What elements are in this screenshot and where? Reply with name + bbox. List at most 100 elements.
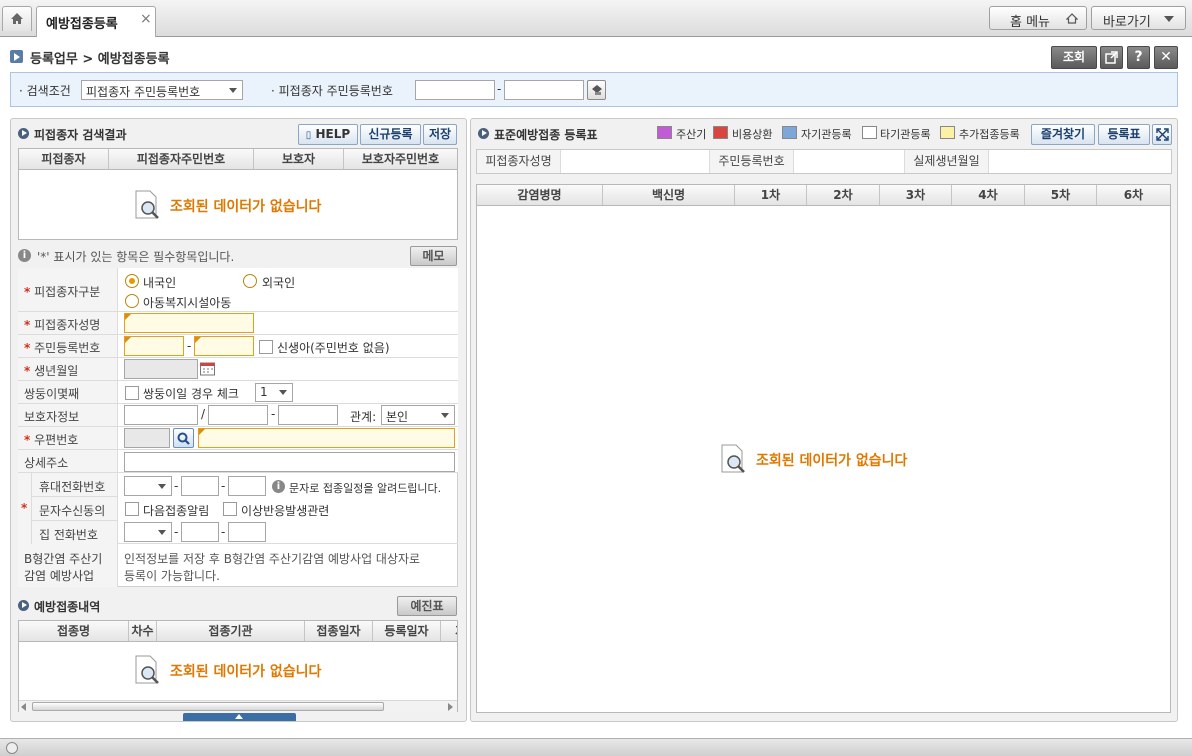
save-button[interactable]: 저장: [423, 124, 457, 145]
twin-checkbox[interactable]: [125, 386, 139, 400]
home-menu-button[interactable]: 홈 메뉴: [989, 6, 1087, 30]
form-row-birth: * 생년월일: [18, 358, 458, 381]
help-button[interactable]: ?: [1127, 46, 1150, 69]
column-header[interactable]: 접종일자: [305, 621, 373, 641]
column-header[interactable]: 피접종자: [19, 149, 109, 169]
search-condition-select[interactable]: 피접종자 주민등록번호: [81, 80, 243, 100]
home-tab[interactable]: [2, 6, 32, 31]
column-header[interactable]: 차수: [129, 621, 157, 641]
keyboard-icon: [592, 85, 602, 95]
column-header[interactable]: 기: [441, 621, 457, 641]
sms-consent-label: 문자수신동의: [32, 497, 118, 521]
column-header[interactable]: 감염병명: [477, 185, 603, 205]
results-empty-text: 조회된 데이터가 없습니다: [170, 199, 322, 215]
help-label: HELP: [315, 127, 351, 141]
name-input[interactable]: [124, 313, 254, 333]
required-notice: '*' 표시가 있는 항목은 필수항목입니다.: [37, 250, 235, 264]
mobile-last-input[interactable]: [228, 476, 266, 496]
column-header[interactable]: 보호자: [254, 149, 344, 169]
tab-vaccination-registration[interactable]: 예방접종등록 ×: [36, 6, 156, 37]
chevron-down-icon: [1164, 16, 1174, 22]
scrollbar-thumb[interactable]: [32, 702, 384, 711]
column-header[interactable]: 접종기관: [157, 621, 305, 641]
column-header[interactable]: 보호자주민번호: [344, 149, 457, 169]
detail-address-input[interactable]: [124, 452, 455, 472]
column-header[interactable]: 2차: [807, 185, 880, 205]
radio-foreigner[interactable]: [243, 274, 257, 288]
dash: -: [174, 479, 179, 493]
radio-child-welfare[interactable]: [125, 294, 139, 308]
zip-input[interactable]: [124, 428, 170, 448]
new-register-button[interactable]: 신규등록: [360, 124, 421, 145]
scroll-right-icon[interactable]: [448, 703, 453, 711]
calendar-icon[interactable]: [199, 360, 216, 377]
guardian-name-input[interactable]: [124, 405, 198, 425]
radio-domestic[interactable]: [125, 274, 139, 288]
name-label: * 피접종자성명: [18, 312, 118, 334]
home-phone-middle-input[interactable]: [181, 522, 219, 542]
shortcut-dropdown[interactable]: 바로가기: [1091, 6, 1186, 30]
status-bar: [0, 738, 1192, 756]
results-title: 피접종자 검색결과: [34, 128, 127, 142]
no-data-search-icon: [135, 190, 159, 219]
column-header[interactable]: 1차: [735, 185, 807, 205]
section-bullet-icon: [478, 128, 489, 139]
slash: /: [201, 407, 206, 421]
search-condition-label: · 검색조건: [19, 84, 71, 98]
column-header[interactable]: 3차: [880, 185, 952, 205]
register-table-button[interactable]: 등록표: [1098, 124, 1150, 145]
collapse-handle[interactable]: [183, 713, 296, 721]
newborn-checkbox[interactable]: [259, 340, 273, 354]
guardian-rrn-back-input[interactable]: [278, 405, 338, 425]
search-button[interactable]: 조회: [1051, 46, 1097, 69]
hepb-text-line2: 등록이 가능합니다.: [124, 569, 220, 583]
popup-icon[interactable]: [1100, 46, 1123, 69]
memo-button[interactable]: 메모: [410, 246, 457, 266]
no-data-search-icon: [135, 655, 159, 684]
address-input[interactable]: [198, 428, 455, 448]
keypad-button[interactable]: [587, 80, 606, 100]
zip-search-button[interactable]: [173, 428, 194, 448]
rrn-back-input[interactable]: [194, 336, 254, 356]
column-header[interactable]: 4차: [952, 185, 1025, 205]
section-bullet-icon: [18, 600, 29, 611]
legend-label: 자기관등록: [801, 128, 852, 141]
home-phone-prefix-select[interactable]: [124, 522, 172, 542]
column-header[interactable]: 백신명: [603, 185, 735, 205]
radio-domestic-label: 내국인: [143, 276, 177, 290]
rrn-front-input[interactable]: [124, 336, 184, 356]
history-grid-header: 접종명 차수 접종기관 접종일자 등록일자 기: [18, 620, 458, 642]
column-header[interactable]: 접종명: [19, 621, 129, 641]
mobile-middle-input[interactable]: [181, 476, 219, 496]
twin-order-select[interactable]: 1: [255, 383, 293, 402]
scroll-left-icon[interactable]: [21, 703, 26, 711]
horizontal-scrollbar[interactable]: [19, 700, 457, 712]
column-header[interactable]: 등록일자: [373, 621, 441, 641]
next-vaccination-checkbox[interactable]: [125, 502, 139, 516]
expand-button[interactable]: [1152, 124, 1172, 145]
legend-swatch: [657, 126, 672, 139]
column-header[interactable]: 5차: [1025, 185, 1097, 205]
favorites-button[interactable]: 즐겨찾기: [1031, 124, 1095, 145]
close-icon[interactable]: ✕: [1154, 46, 1178, 69]
help-guide-button[interactable]: ▯ HELP: [298, 124, 358, 145]
mobile-prefix-select[interactable]: [124, 476, 172, 496]
search-rrn-front-input[interactable]: [415, 80, 495, 100]
info-label-name: 피접종자성명: [477, 150, 561, 173]
dash: -: [174, 525, 179, 539]
column-header[interactable]: 6차: [1097, 185, 1170, 205]
schedule-title: 표준예방접종 등록표: [494, 128, 598, 142]
legend-swatch: [782, 126, 797, 139]
birth-input[interactable]: [124, 359, 198, 379]
pre-exam-button[interactable]: 예진표: [397, 596, 457, 616]
radio-foreigner-label: 외국인: [262, 276, 296, 290]
relation-select[interactable]: 본인: [381, 405, 455, 425]
detail-address-label: 상세주소: [18, 450, 118, 472]
tab-close-icon[interactable]: ×: [140, 11, 152, 27]
adverse-reaction-checkbox[interactable]: [223, 502, 237, 516]
legend-label: 추가접종등록: [959, 128, 1020, 141]
search-rrn-back-input[interactable]: [504, 80, 584, 100]
guardian-rrn-front-input[interactable]: [208, 405, 268, 425]
column-header[interactable]: 피접종자주민번호: [109, 149, 254, 169]
home-phone-last-input[interactable]: [228, 522, 266, 542]
